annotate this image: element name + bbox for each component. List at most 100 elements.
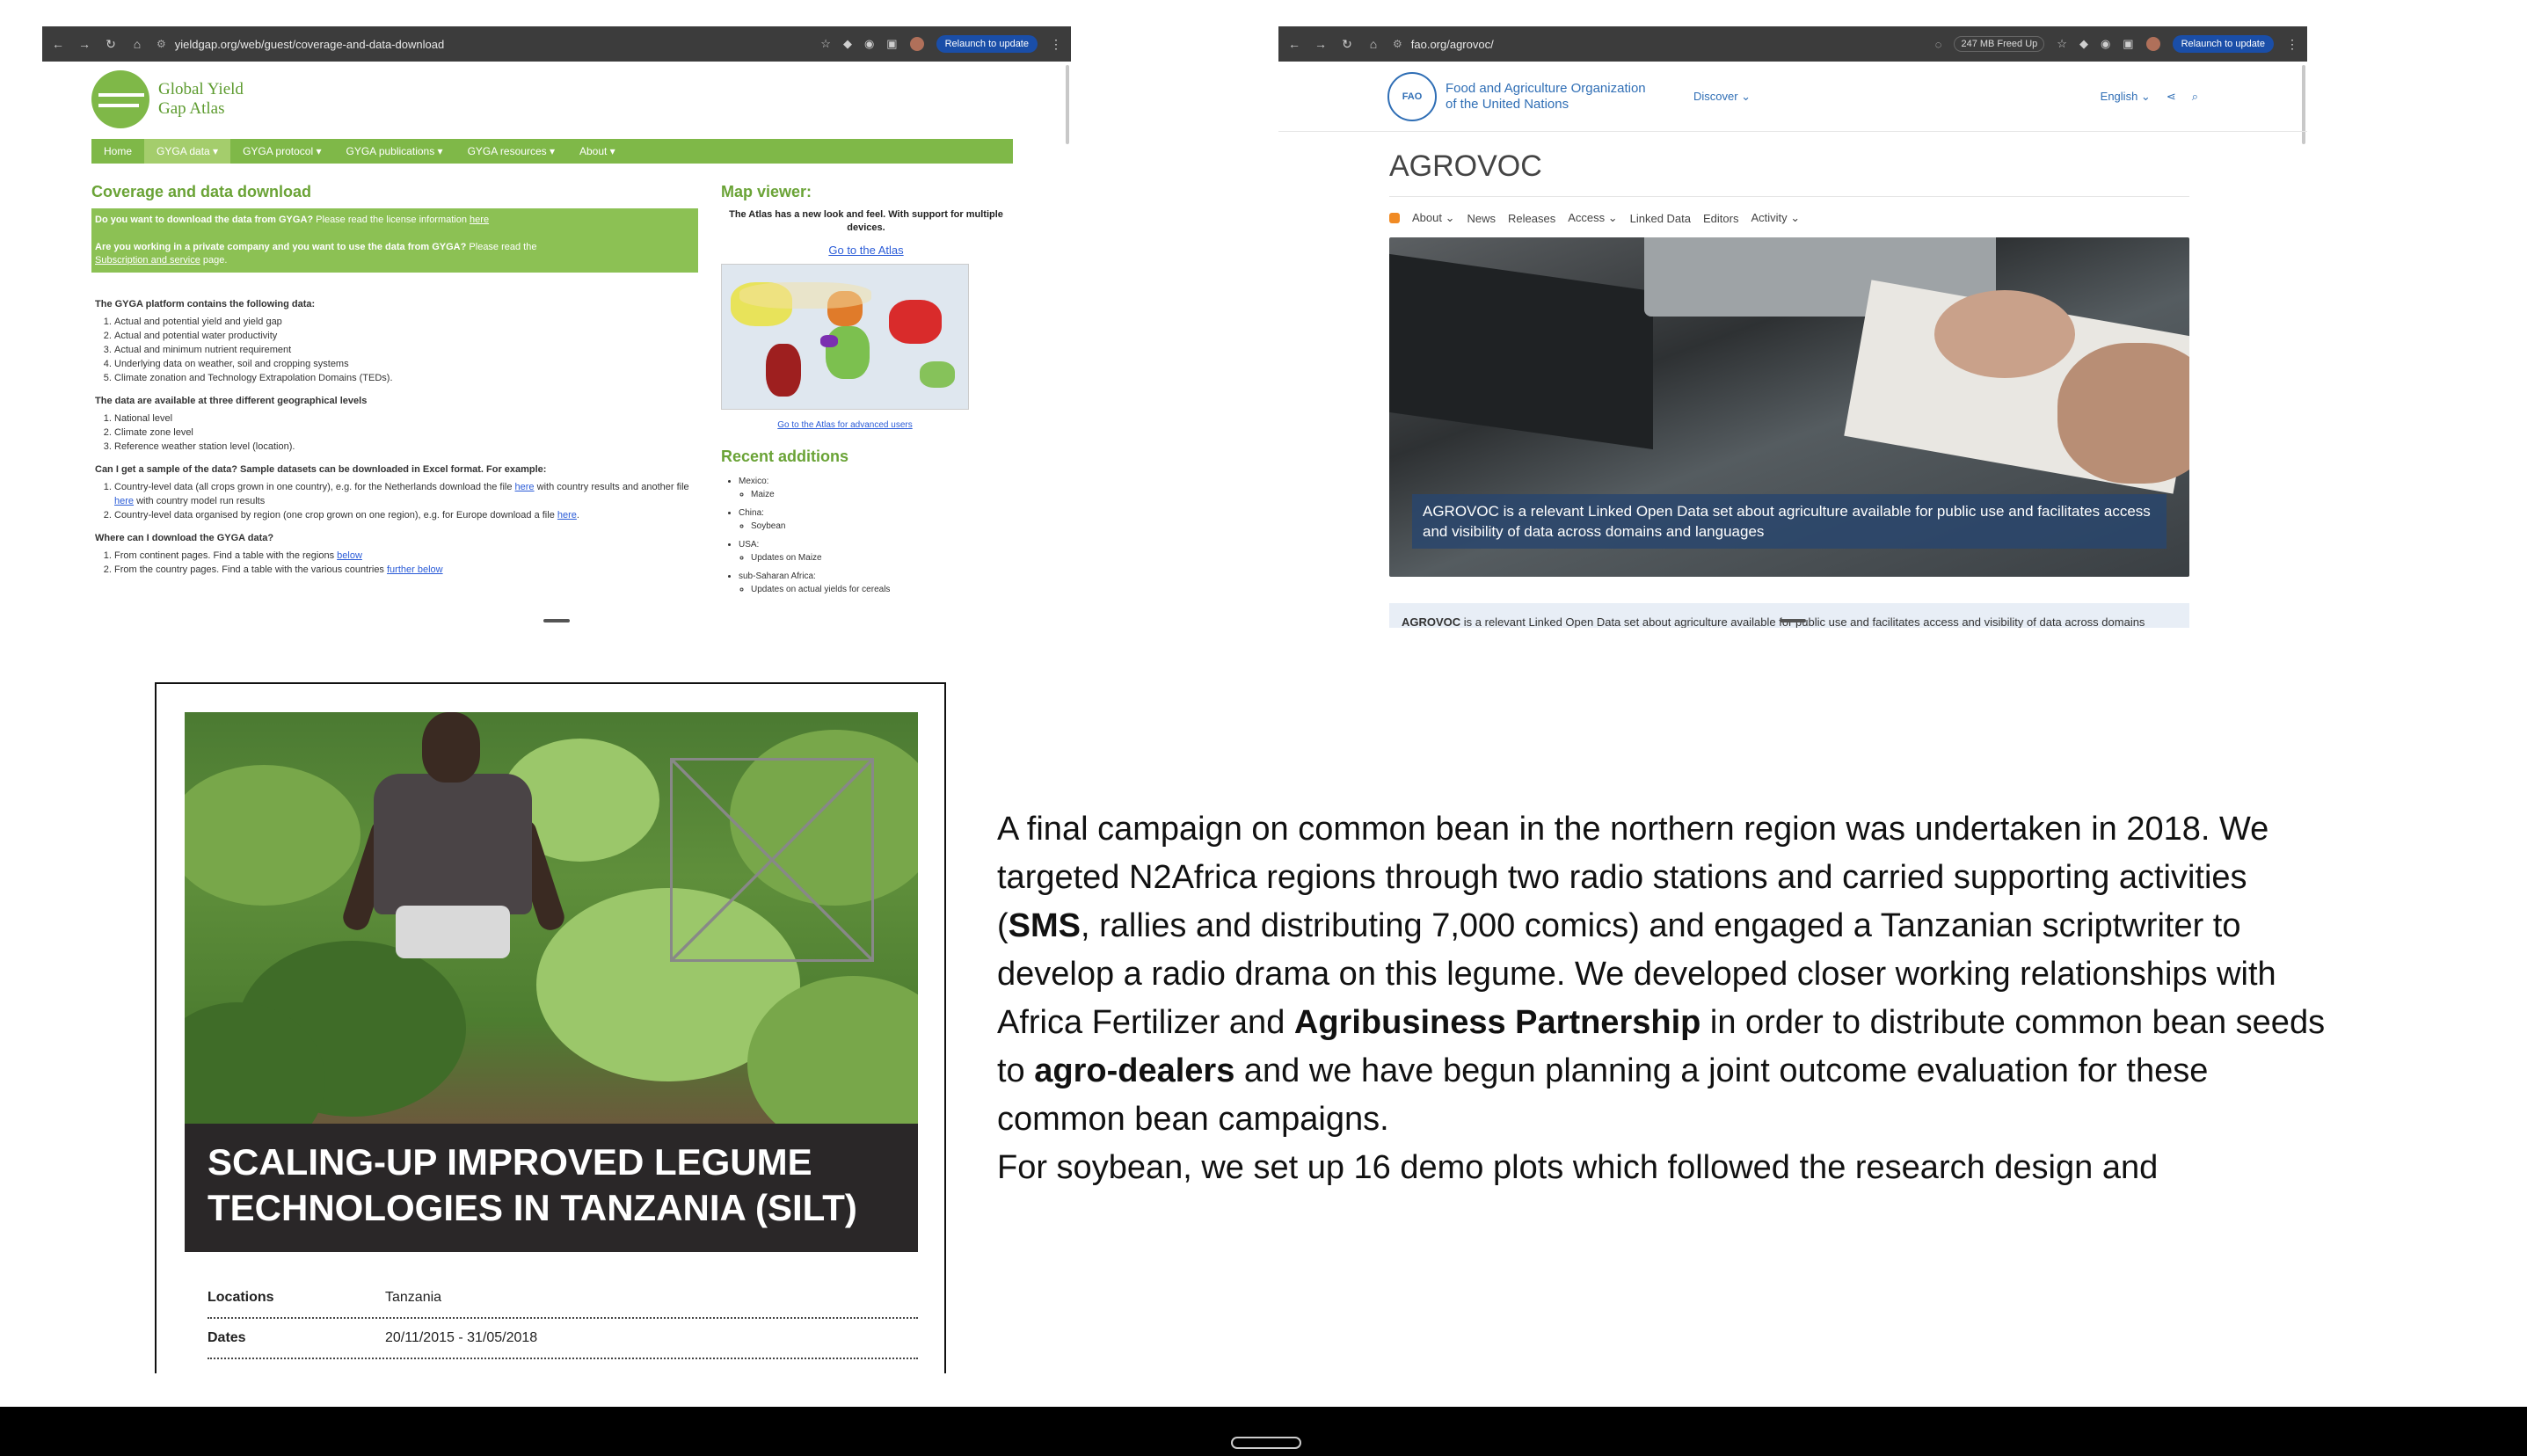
sample-text: Country-level data organised by region (…	[114, 510, 557, 521]
menu-home[interactable]: Home	[91, 139, 144, 164]
reload-icon[interactable]: ↻	[104, 37, 118, 52]
extensions-puzzle-icon[interactable]: ▣	[886, 37, 897, 51]
sample-link[interactable]: here	[114, 496, 134, 506]
further-below-link[interactable]: further below	[387, 564, 443, 575]
campaign-paragraph: A final campaign on common bean in the n…	[997, 805, 2334, 1192]
sample-link[interactable]: here	[515, 482, 535, 492]
language-selector[interactable]: English ⌄	[2101, 90, 2151, 104]
gyga-logo[interactable]: Global Yield Gap Atlas	[91, 69, 1059, 130]
row-key: Locations	[208, 1290, 274, 1305]
farmer-head	[422, 712, 480, 783]
reload-icon[interactable]: ↻	[1340, 37, 1354, 52]
subnav-linked-data[interactable]: Linked Data	[1630, 212, 1691, 225]
site-info-icon[interactable]: ⚙	[157, 38, 166, 50]
drag-handle[interactable]	[1780, 619, 1806, 622]
recent-sub-item: Maize	[751, 488, 1011, 501]
home-icon[interactable]: ⌂	[130, 37, 144, 51]
browser-toolbar: ← → ↻ ⌂ ⚙ yieldgap.org/web/guest/coverag…	[42, 26, 1071, 62]
forward-icon[interactable]: →	[1314, 37, 1328, 51]
back-icon[interactable]: ←	[51, 37, 65, 51]
eye-off-icon[interactable]: ◌	[1935, 38, 1942, 51]
menu-gyga-data[interactable]: GYGA data ▾	[144, 139, 231, 164]
below-link[interactable]: below	[337, 550, 362, 561]
recent-additions-title: Recent additions	[721, 448, 849, 465]
relaunch-button[interactable]: Relaunch to update	[2172, 35, 2274, 53]
drag-handle[interactable]	[543, 619, 570, 622]
sample-link[interactable]: here	[557, 510, 577, 521]
profile-avatar[interactable]	[909, 37, 924, 51]
row-value: 20/11/2015 - 31/05/2018	[385, 1330, 538, 1345]
discover-menu[interactable]: Discover ⌄	[1693, 90, 1751, 104]
menu-kebab-icon[interactable]: ⋮	[1050, 37, 1062, 52]
fao-org-name[interactable]: Food and Agriculture Organization of the…	[1446, 81, 1674, 113]
menu-gyga-publications[interactable]: GYGA publications ▾	[333, 139, 455, 164]
map-viewer-text: The Atlas has a new look and feel. With …	[729, 209, 1003, 233]
address-bar[interactable]: ⚙ yieldgap.org/web/guest/coverage-and-da…	[157, 38, 808, 51]
subnav-activity[interactable]: Activity ⌄	[1751, 211, 1800, 225]
back-icon[interactable]: ←	[1287, 37, 1301, 51]
bookmark-star-icon[interactable]: ☆	[2057, 37, 2067, 51]
hero-caption: AGROVOC is a relevant Linked Open Data s…	[1412, 494, 2167, 549]
sample-list: Country-level data (all crops grown in o…	[95, 480, 698, 522]
advanced-atlas-link[interactable]: Go to the Atlas for advanced users	[721, 420, 969, 430]
list-item: From the country pages. Find a table wit…	[114, 563, 698, 577]
url-text: fao.org/agrovoc/	[1410, 37, 1494, 51]
extension-icon[interactable]: ◉	[864, 37, 874, 51]
extension-shield-icon[interactable]: ◆	[2079, 37, 2088, 51]
org-name-line-1: Food and Agriculture Organization	[1446, 80, 1646, 96]
memory-freed-badge[interactable]: 247 MB Freed Up	[1954, 36, 2045, 52]
rss-home-icon[interactable]	[1389, 213, 1400, 223]
bookmark-star-icon[interactable]: ☆	[820, 37, 831, 51]
extension-shield-icon[interactable]: ◆	[843, 37, 852, 51]
menu-gyga-resources[interactable]: GYGA resources ▾	[455, 139, 567, 164]
section-title-data: The GYGA platform contains the following…	[95, 299, 316, 309]
map-viewer-title: Map viewer:	[721, 183, 812, 200]
gyga-main-menu: Home GYGA data ▾ GYGA protocol ▾ GYGA pu…	[91, 139, 1013, 164]
browser-toolbar: ← → ↻ ⌂ ⚙ fao.org/agrovoc/ ◌ 247 MB Free…	[1278, 26, 2307, 62]
scrollbar[interactable]	[1066, 65, 1069, 144]
profile-avatar[interactable]	[2145, 37, 2160, 51]
home-icon[interactable]: ⌂	[1366, 37, 1380, 51]
extension-icon[interactable]: ◉	[2101, 37, 2110, 51]
farmer-photo	[185, 712, 918, 1124]
sample-text: with country model run results	[134, 496, 266, 506]
private-company-question: Are you working in a private company and…	[95, 242, 467, 252]
address-bar[interactable]: ⚙ fao.org/agrovoc/	[1393, 38, 1923, 51]
extensions-puzzle-icon[interactable]: ▣	[2123, 37, 2133, 51]
list-item: China: Soybean	[739, 506, 1011, 533]
list-item: Actual and minimum nutrient requirement	[114, 343, 698, 357]
agrovoc-subnav: About ⌄ News Releases Access ⌄ Linked Da…	[1389, 211, 2189, 225]
subnav-news[interactable]: News	[1467, 212, 1496, 225]
gyga-page: Global Yield Gap Atlas Home GYGA data ▾ …	[91, 69, 1059, 601]
fao-emblem-icon[interactable]: FAO	[1387, 71, 1437, 121]
relaunch-button[interactable]: Relaunch to update	[936, 35, 1038, 53]
globe-logo-icon	[91, 70, 149, 128]
license-text: Please read the license information	[313, 215, 470, 225]
gyga-brand-name: Global Yield Gap Atlas	[158, 80, 244, 119]
subscription-link[interactable]: Subscription and service	[95, 255, 200, 266]
subnav-access[interactable]: Access ⌄	[1568, 211, 1617, 225]
site-info-icon[interactable]: ⚙	[1393, 38, 1402, 50]
world-map-thumbnail[interactable]	[721, 264, 969, 410]
subnav-releases[interactable]: Releases	[1508, 212, 1555, 225]
menu-kebab-icon[interactable]: ⋮	[2286, 37, 2298, 52]
subnav-about[interactable]: About ⌄	[1412, 211, 1454, 225]
go-to-atlas-link[interactable]: Go to the Atlas	[721, 244, 1011, 257]
project-document-card: SCALING-UP IMPROVED LEGUME TECHNOLOGIES …	[155, 682, 946, 1373]
share-icon[interactable]: ⋖	[2167, 90, 2176, 104]
menu-about[interactable]: About ▾	[567, 139, 628, 164]
forward-icon[interactable]: →	[77, 37, 91, 51]
paragraph-bold: SMS	[1008, 907, 1081, 944]
gyga-sidebar: Map viewer: The Atlas has a new look and…	[721, 183, 1011, 601]
search-icon[interactable]: ⌕	[2192, 90, 2198, 104]
recent-label: Mexico:	[739, 477, 769, 486]
subnav-editors[interactable]: Editors	[1703, 212, 1738, 225]
license-link[interactable]: here	[470, 215, 489, 225]
menu-gyga-protocol[interactable]: GYGA protocol ▾	[230, 139, 333, 164]
list-item: Climate zone level	[114, 426, 698, 440]
recent-sub-item: Soybean	[751, 520, 1011, 533]
laptop-shape	[1389, 253, 1653, 450]
section-title-sample: Can I get a sample of the data? Sample d…	[95, 464, 547, 475]
download-list: From continent pages. Find a table with …	[95, 549, 698, 577]
home-indicator[interactable]	[1231, 1437, 1301, 1449]
